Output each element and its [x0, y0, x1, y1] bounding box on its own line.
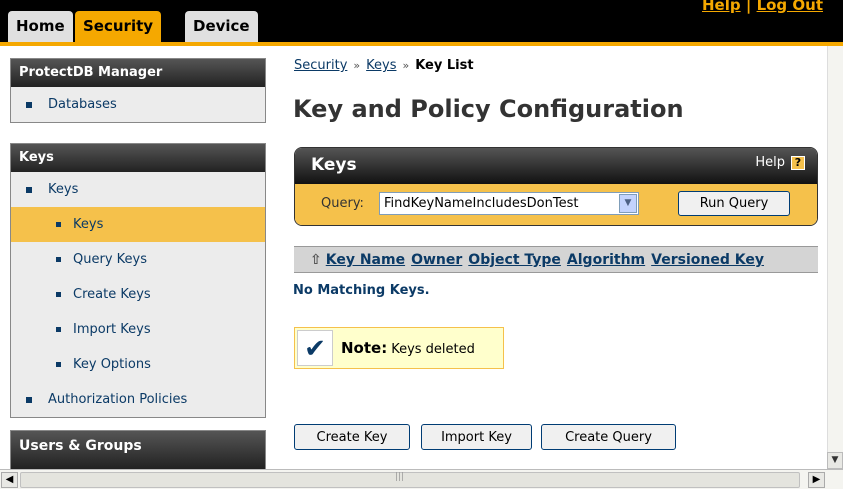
scroll-grip-icon: ||| [395, 472, 405, 482]
column-key-name[interactable]: Key Name [326, 252, 405, 268]
bullet-icon [56, 292, 61, 297]
top-nav-bar: Home Security Device Help | Log Out [0, 0, 843, 46]
sidebar-panel-users-groups: Users & Groups [10, 430, 266, 470]
scroll-left-icon[interactable]: ◀ [1, 472, 18, 488]
sidebar-item-label: Databases [48, 97, 117, 112]
bullet-icon [26, 187, 32, 193]
keys-panel-header: Keys Help? [295, 148, 817, 184]
create-query-button[interactable]: Create Query [541, 424, 676, 450]
empty-table-message: No Matching Keys. [293, 283, 430, 298]
tab-device[interactable]: Device [185, 11, 258, 42]
import-key-button[interactable]: Import Key [421, 424, 532, 450]
bullet-icon [56, 222, 61, 227]
sidebar-subitem-query-keys[interactable]: Query Keys [11, 242, 265, 277]
vertical-scrollbar[interactable]: ▼ [827, 46, 843, 469]
chevron-down-icon[interactable]: ▼ [619, 194, 637, 213]
query-select-value: FindKeyNameIncludesDonTest [384, 196, 579, 211]
scroll-right-icon[interactable]: ▶ [808, 472, 825, 488]
note-message: Keys deleted [391, 342, 475, 357]
sidebar-section-title: Keys [11, 144, 265, 172]
sidebar-panel-keys: Keys Keys Keys Query Keys Create Keys Im… [10, 143, 266, 418]
sidebar-item-authorization-policies[interactable]: Authorization Policies [11, 382, 265, 417]
breadcrumb: Security » Keys » Key List [294, 58, 474, 73]
keys-query-panel: Keys Help? Query: FindKeyNameIncludesDon… [294, 147, 818, 226]
keys-panel-body: Query: FindKeyNameIncludesDonTest ▼ Run … [295, 184, 817, 225]
top-link-separator: | [745, 0, 752, 14]
query-label: Query: [321, 196, 364, 211]
scroll-down-icon[interactable]: ▼ [827, 452, 843, 469]
sidebar-subitem-create-keys[interactable]: Create Keys [11, 277, 265, 312]
horizontal-scrollbar[interactable]: ◀ ||| ▶ [0, 469, 843, 489]
sidebar-item-label: Create Keys [73, 287, 151, 302]
bullet-icon [26, 397, 32, 403]
help-label: Help [755, 155, 785, 170]
sort-up-icon[interactable]: ⇧ [310, 252, 322, 268]
column-object-type[interactable]: Object Type [468, 252, 561, 268]
status-note: ✔ Note: Keys deleted [294, 327, 504, 369]
query-select[interactable]: FindKeyNameIncludesDonTest ▼ [379, 192, 639, 215]
bullet-icon [56, 327, 61, 332]
nav-accent-line [0, 42, 843, 46]
breadcrumb-keys-link[interactable]: Keys [366, 58, 396, 73]
sidebar-item-keys[interactable]: Keys [11, 172, 265, 207]
keys-panel-title: Keys [311, 155, 357, 175]
logout-link[interactable]: Log Out [757, 0, 823, 14]
checkmark-icon: ✔ [297, 330, 333, 366]
sidebar-section-title: Users & Groups [11, 431, 265, 469]
breadcrumb-separator: » [353, 59, 361, 72]
create-key-button[interactable]: Create Key [294, 424, 410, 450]
bullet-icon [26, 102, 32, 108]
help-button[interactable]: Help? [755, 155, 805, 170]
horizontal-scroll-thumb[interactable] [20, 472, 800, 488]
bullet-icon [56, 257, 61, 262]
sidebar-item-label: Keys [73, 217, 104, 232]
sidebar-panel-protectdb: ProtectDB Manager Databases [10, 58, 266, 123]
sidebar-section-title: ProtectDB Manager [11, 59, 265, 87]
bullet-icon [56, 362, 61, 367]
run-query-button[interactable]: Run Query [678, 191, 790, 216]
breadcrumb-separator: » [402, 59, 410, 72]
sidebar-item-label: Authorization Policies [48, 392, 188, 407]
keys-table-header: ⇧ Key Name Owner Object Type Algorithm Versio… [294, 246, 818, 273]
help-icon[interactable]: ? [791, 155, 805, 170]
help-link[interactable]: Help [702, 0, 741, 14]
sidebar-subitem-key-options[interactable]: Key Options [11, 347, 265, 382]
column-versioned-key[interactable]: Versioned Key [651, 252, 764, 268]
page-title: Key and Policy Configuration [293, 95, 684, 123]
tab-security[interactable]: Security [75, 11, 162, 42]
sidebar-item-label: Keys [48, 182, 79, 197]
sidebar-item-label: Key Options [73, 357, 151, 372]
sidebar-item-databases[interactable]: Databases [11, 87, 265, 122]
note-label: Note: [341, 339, 388, 357]
sidebar-subitem-import-keys[interactable]: Import Keys [11, 312, 265, 347]
sidebar-subitem-keys[interactable]: Keys [11, 207, 265, 242]
top-links: Help | Log Out [702, 0, 823, 14]
sidebar-item-label: Import Keys [73, 322, 151, 337]
column-algorithm[interactable]: Algorithm [567, 252, 645, 268]
sidebar-item-label: Query Keys [73, 252, 147, 267]
tab-home[interactable]: Home [8, 11, 73, 42]
column-owner[interactable]: Owner [411, 252, 462, 268]
note-text: Note: Keys deleted [341, 339, 475, 357]
breadcrumb-security-link[interactable]: Security [294, 58, 347, 73]
breadcrumb-current: Key List [415, 58, 474, 73]
